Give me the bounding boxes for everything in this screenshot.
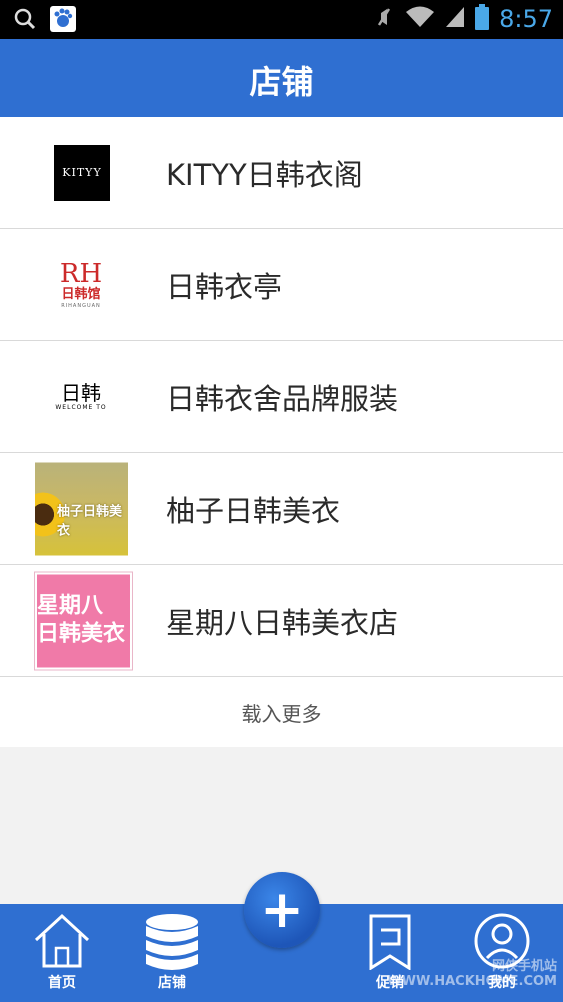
tab-home[interactable]: 首页 <box>22 904 102 1002</box>
store-name: 日韩衣亭 <box>166 269 283 304</box>
store-logo-text: 日韩馆 <box>61 286 101 302</box>
store-name: KITYY日韩衣阁 <box>166 157 363 192</box>
store-name: 日韩衣舍品牌服装 <box>166 381 399 416</box>
store-logo-text: 柚子日韩美衣 <box>57 504 123 538</box>
store-logo: 星期八 日韩美衣 <box>35 572 132 669</box>
status-bar: 8:57 <box>0 0 563 39</box>
store-name: 柚子日韩美衣 <box>166 493 341 528</box>
store-logo: 柚子日韩美衣 <box>35 462 128 555</box>
home-icon <box>32 912 92 974</box>
store-logo-text: 星期八 日韩美衣 <box>37 593 126 647</box>
battery-icon <box>475 4 490 34</box>
page-title: 店铺 <box>249 63 314 101</box>
store-item-xingqiba[interactable]: 星期八 日韩美衣 星期八日韩美衣店 <box>0 565 563 677</box>
mute-icon <box>373 5 395 33</box>
store-logo: 日韩 WELCOME TO <box>55 381 107 411</box>
store-logo: RH 日韩馆 RIHANGUAN <box>50 253 112 316</box>
store-logo-text: KITYY <box>62 166 102 179</box>
clock: 8:57 <box>499 5 553 33</box>
store-item-rihanyishe[interactable]: 日韩 WELCOME TO 日韩衣舍品牌服装 <box>0 341 563 453</box>
tab-store[interactable]: 店铺 <box>132 904 212 1002</box>
store-list: KITYY KITYY日韩衣阁 RH 日韩馆 RIHANGUAN 日韩衣亭 日韩… <box>0 117 563 747</box>
search-icon <box>14 8 36 34</box>
store-name: 星期八日韩美衣店 <box>166 605 399 640</box>
tab-label: 店铺 <box>158 975 186 991</box>
load-more-button[interactable]: 载入更多 <box>0 677 563 747</box>
store-item-youzi[interactable]: 柚子日韩美衣 柚子日韩美衣 <box>0 453 563 565</box>
watermark: 网侠手机站 WWW.HACKHOME.COM <box>387 959 557 989</box>
store-logo: KITYY <box>54 144 110 201</box>
wifi-icon <box>405 5 435 33</box>
app-bar: 店铺 <box>0 39 563 117</box>
signal-icon <box>445 5 465 33</box>
database-icon <box>144 912 200 978</box>
store-item-rihanyiting[interactable]: RH 日韩馆 RIHANGUAN 日韩衣亭 <box>0 229 563 341</box>
baidu-icon <box>50 6 76 36</box>
tab-label: 首页 <box>48 975 76 991</box>
store-logo-text: 日韩 <box>61 381 101 405</box>
store-item-kityy[interactable]: KITYY KITYY日韩衣阁 <box>0 117 563 229</box>
add-button[interactable]: + <box>244 872 320 948</box>
